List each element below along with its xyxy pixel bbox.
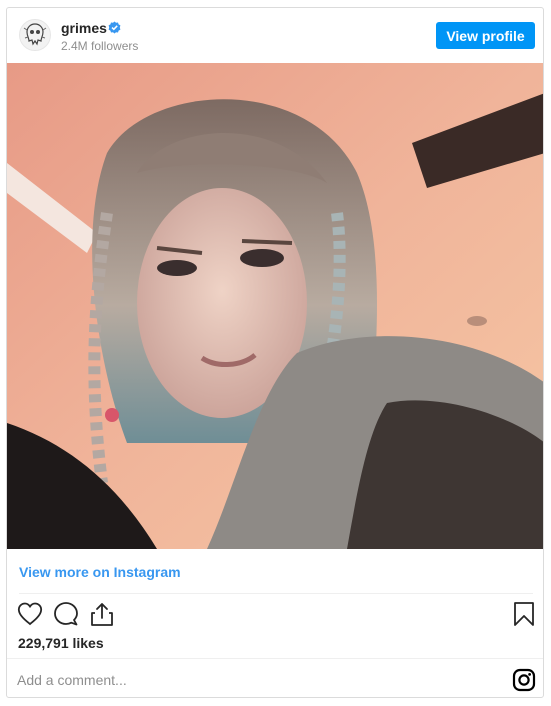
- verified-badge-icon: [108, 21, 121, 34]
- divider: [19, 593, 533, 594]
- instagram-embed-card: grimes 2.4M followers View profile View …: [6, 7, 544, 698]
- bookmark-icon[interactable]: [510, 600, 538, 628]
- post-header: grimes 2.4M followers View profile: [7, 8, 543, 63]
- like-count: 229,791 likes: [18, 635, 104, 651]
- share-icon[interactable]: [88, 600, 116, 628]
- post-photo[interactable]: [7, 63, 543, 549]
- instagram-logo-icon[interactable]: [512, 668, 536, 692]
- username[interactable]: grimes: [61, 20, 107, 36]
- view-more-on-instagram-link[interactable]: View more on Instagram: [19, 564, 181, 580]
- avatar[interactable]: [19, 19, 51, 51]
- follower-count: 2.4M followers: [61, 39, 139, 53]
- comment-icon[interactable]: [52, 600, 80, 628]
- view-profile-button[interactable]: View profile: [436, 22, 535, 49]
- add-comment-input[interactable]: [17, 670, 457, 690]
- action-bar: [7, 600, 543, 628]
- comment-bar: [7, 658, 543, 697]
- heart-icon[interactable]: [16, 600, 44, 628]
